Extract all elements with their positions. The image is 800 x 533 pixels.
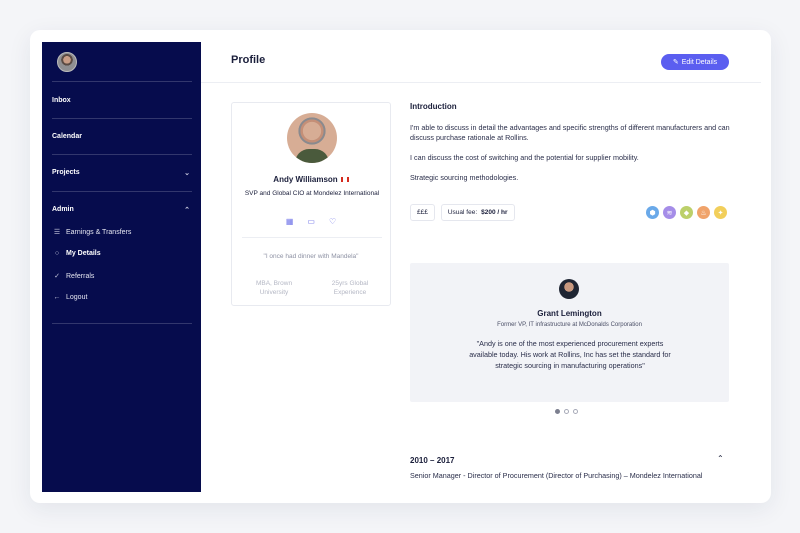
usual-fee-tag: Usual fee: $200 / hr (440, 204, 515, 221)
sidebar-sub-referrals[interactable]: ✓ Referrals (52, 272, 192, 280)
sidebar-sub-logout[interactable]: ← Logout (52, 294, 192, 301)
pencil-icon: ✎ (672, 59, 679, 66)
sidebar-sub-my-details[interactable]: ○ My Details (52, 250, 192, 257)
profile-avatar (287, 113, 337, 163)
sidebar-divider (52, 191, 192, 192)
testimonial-card: Grant Lemington Former VP, IT infrastruc… (410, 263, 729, 402)
badge-purple-icon[interactable]: ≋ (663, 206, 676, 219)
edit-details-label: Edit Details (681, 58, 718, 66)
testimonial-quote: "Andy is one of the most experienced pro… (469, 339, 671, 370)
profile-actions: ▦ ▭ ♡ (232, 217, 390, 226)
price-tier-tag: £££ (410, 204, 435, 221)
sidebar-divider (52, 118, 192, 119)
sidebar-item-inbox[interactable]: Inbox (52, 97, 192, 104)
badge-orange-icon[interactable]: ♨ (697, 206, 710, 219)
calendar-icon[interactable]: ▦ (286, 217, 294, 226)
profile-name: Andy Williamson (273, 175, 338, 184)
testimonial-avatar (559, 279, 579, 299)
profile-quote: "I once had dinner with Mandela" (263, 253, 359, 260)
carousel-dots (555, 409, 578, 414)
testimonial-role: Former VP, IT infrastructure at McDonald… (497, 322, 642, 328)
heart-icon[interactable]: ♡ (329, 217, 336, 226)
chevron-down-icon[interactable]: ⌄ (184, 169, 190, 177)
profile-stat-education: MBA, Brown University (255, 280, 293, 296)
carousel-dot[interactable] (555, 409, 560, 414)
introduction-paragraph: I can discuss the cost of switching and … (410, 153, 639, 162)
achievement-badges: ⬢ ≋ ◆ ♨ ✦ (646, 206, 727, 219)
page-title: Profile (231, 54, 266, 66)
sidebar: Inbox Calendar Projects ⌄ Admin ⌃ ☰ Earni… (42, 42, 201, 492)
sidebar-item-label: Admin (52, 206, 74, 213)
check-icon: ✓ (54, 273, 60, 280)
testimonial-name: Grant Lemington (537, 309, 602, 318)
usual-fee-value: $200 / hr (481, 209, 508, 216)
chevron-up-icon[interactable]: ⌃ (184, 206, 190, 214)
profile-stats: MBA, Brown University 25yrs Global Exper… (242, 279, 382, 297)
experience-title: Senior Manager - Director of Procurement… (410, 471, 703, 480)
header-divider (201, 82, 761, 83)
chat-bubble-icon[interactable]: ▭ (307, 217, 315, 226)
pricing-tags: £££ Usual fee: $200 / hr (410, 204, 515, 221)
introduction-heading: Introduction (410, 102, 457, 111)
price-tier: £££ (417, 209, 428, 216)
sidebar-divider (52, 81, 192, 82)
sidebar-item-label: Calendar (52, 133, 82, 140)
edit-details-button[interactable]: ✎ Edit Details (661, 54, 729, 70)
profile-stat-experience: 25yrs Global Experience (331, 280, 369, 296)
main-content: Profile ✎ Edit Details Andy Williamson S… (201, 30, 771, 503)
canada-flag-icon (340, 177, 349, 183)
sidebar-sub-label: My Details (66, 250, 101, 257)
sidebar-sub-label: Logout (66, 294, 88, 301)
app-window: Inbox Calendar Projects ⌄ Admin ⌃ ☰ Earni… (30, 30, 771, 503)
sidebar-item-admin[interactable]: Admin ⌃ (52, 206, 192, 214)
user-avatar[interactable] (57, 52, 77, 72)
introduction-paragraph: Strategic sourcing methodologies. (410, 173, 519, 182)
sidebar-item-projects[interactable]: Projects ⌄ (52, 169, 192, 177)
profile-name-row: Andy Williamson (232, 175, 390, 184)
sidebar-sub-label: Referrals (66, 273, 95, 280)
sidebar-divider (52, 154, 192, 155)
sidebar-sub-label: Earnings & Transfers (66, 229, 132, 236)
profile-role: SVP and Global CIO at Mondelez Internati… (244, 190, 380, 197)
sliders-icon: ☰ (53, 229, 61, 236)
user-icon: ○ (54, 250, 60, 257)
introduction-section: Introduction I'm able to discuss in deta… (410, 102, 730, 193)
sidebar-item-label: Projects (52, 169, 80, 176)
chevron-up-icon[interactable]: ⌃ (717, 454, 724, 463)
experience-years: 2010 – 2017 (410, 456, 455, 465)
badge-blue-icon[interactable]: ⬢ (646, 206, 659, 219)
card-divider (242, 237, 382, 238)
sidebar-sub-earnings[interactable]: ☰ Earnings & Transfers (52, 228, 192, 236)
profile-card: Andy Williamson SVP and Global CIO at Mo… (231, 102, 391, 306)
usual-fee-label: Usual fee: (447, 209, 478, 216)
badge-lime-icon[interactable]: ◆ (680, 206, 693, 219)
badge-yellow-icon[interactable]: ✦ (714, 206, 727, 219)
sidebar-item-calendar[interactable]: Calendar (52, 133, 192, 140)
carousel-dot[interactable] (573, 409, 578, 414)
carousel-dot[interactable] (564, 409, 569, 414)
sidebar-divider (52, 323, 192, 324)
sidebar-item-label: Inbox (52, 97, 71, 104)
logout-arrow-icon: ← (53, 294, 61, 301)
introduction-paragraph: I'm able to discuss in detail the advant… (410, 123, 730, 142)
